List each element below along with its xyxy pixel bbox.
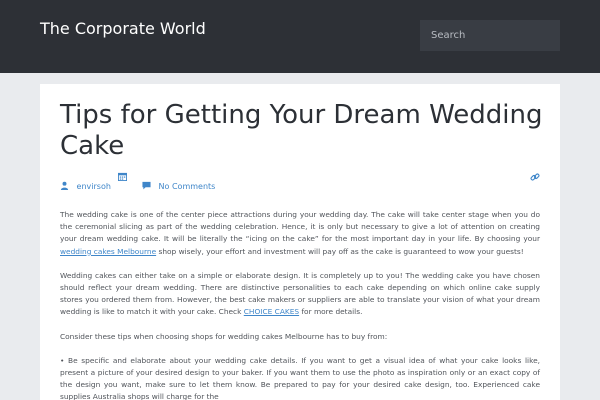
post-article: Tips for Getting Your Dream Wedding Cake…: [40, 84, 560, 400]
choice-cakes-link[interactable]: CHOICE CAKES: [244, 307, 299, 316]
comments-link[interactable]: No Comments: [159, 182, 216, 191]
paragraph: Consider these tips when choosing shops …: [60, 331, 388, 341]
paragraph: • Be specific and elaborate about your w…: [60, 355, 540, 400]
paragraph: Wedding cakes can either take on a simpl…: [60, 270, 540, 317]
permalink[interactable]: [530, 172, 540, 184]
post-author: envirsoh: [60, 181, 111, 192]
site-title[interactable]: The Corporate World: [40, 19, 206, 38]
comment-icon: [142, 181, 151, 192]
post-title: Tips for Getting Your Dream Wedding Cake: [60, 100, 543, 161]
search-input[interactable]: [420, 20, 560, 51]
user-icon: [60, 181, 69, 192]
calendar-icon: [118, 172, 127, 183]
site-header: The Corporate World: [0, 0, 600, 73]
wedding-cakes-link[interactable]: wedding cakes Melbourne: [60, 247, 156, 256]
paragraph: The wedding cake is one of the center pi…: [60, 210, 540, 256]
author-link[interactable]: envirsoh: [77, 182, 111, 191]
post-content: The wedding cake is one of the center pi…: [60, 209, 540, 400]
link-icon[interactable]: [530, 172, 540, 184]
post-date: [118, 172, 127, 183]
post-comments: No Comments: [142, 181, 215, 192]
